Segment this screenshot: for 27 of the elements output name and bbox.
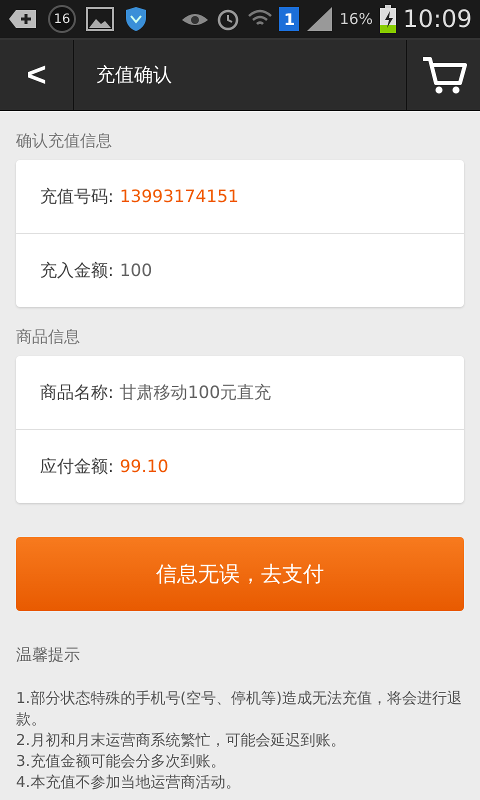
battery-icon xyxy=(378,5,397,33)
page-title: 充值确认 xyxy=(95,63,173,88)
field-label: 充值号码: xyxy=(40,186,114,208)
tip-text: 4.本充值不参加当地运营商活动。 xyxy=(16,772,242,793)
sim-badge: 1 xyxy=(279,7,300,31)
add-icon xyxy=(8,8,38,30)
clock: 10:09 xyxy=(402,5,472,33)
tip-text: 3.充值金额可能会分多次到账。 xyxy=(16,751,226,772)
field-value: 甘肃移动100元直充 xyxy=(120,382,272,404)
notification-count: 16 xyxy=(48,5,76,33)
cart-icon xyxy=(420,55,466,95)
image-icon xyxy=(86,7,114,31)
battery-percent: 16% xyxy=(339,10,373,28)
field-label: 充入金额: xyxy=(40,260,114,282)
tips-title: 温馨提示 xyxy=(16,644,81,666)
field-label: 应付金额: xyxy=(40,456,114,478)
field-value: 100 xyxy=(120,260,152,280)
eye-icon xyxy=(181,11,210,27)
tip-text: 2.月初和月末运营商系统繁忙，可能会延迟到账。 xyxy=(16,730,346,751)
field-value: 13993174151 xyxy=(120,186,239,206)
section-title: 确认充值信息 xyxy=(16,130,113,152)
section-title: 商品信息 xyxy=(16,326,81,348)
shield-icon xyxy=(124,6,148,32)
tip-text: 1.部分状态特殊的手机号(空号、停机等)造成无法充值，将会进行退款。 xyxy=(16,688,464,730)
field-label: 商品名称: xyxy=(40,382,114,404)
signal-icon xyxy=(305,6,334,32)
field-value: 99.10 xyxy=(120,456,168,476)
